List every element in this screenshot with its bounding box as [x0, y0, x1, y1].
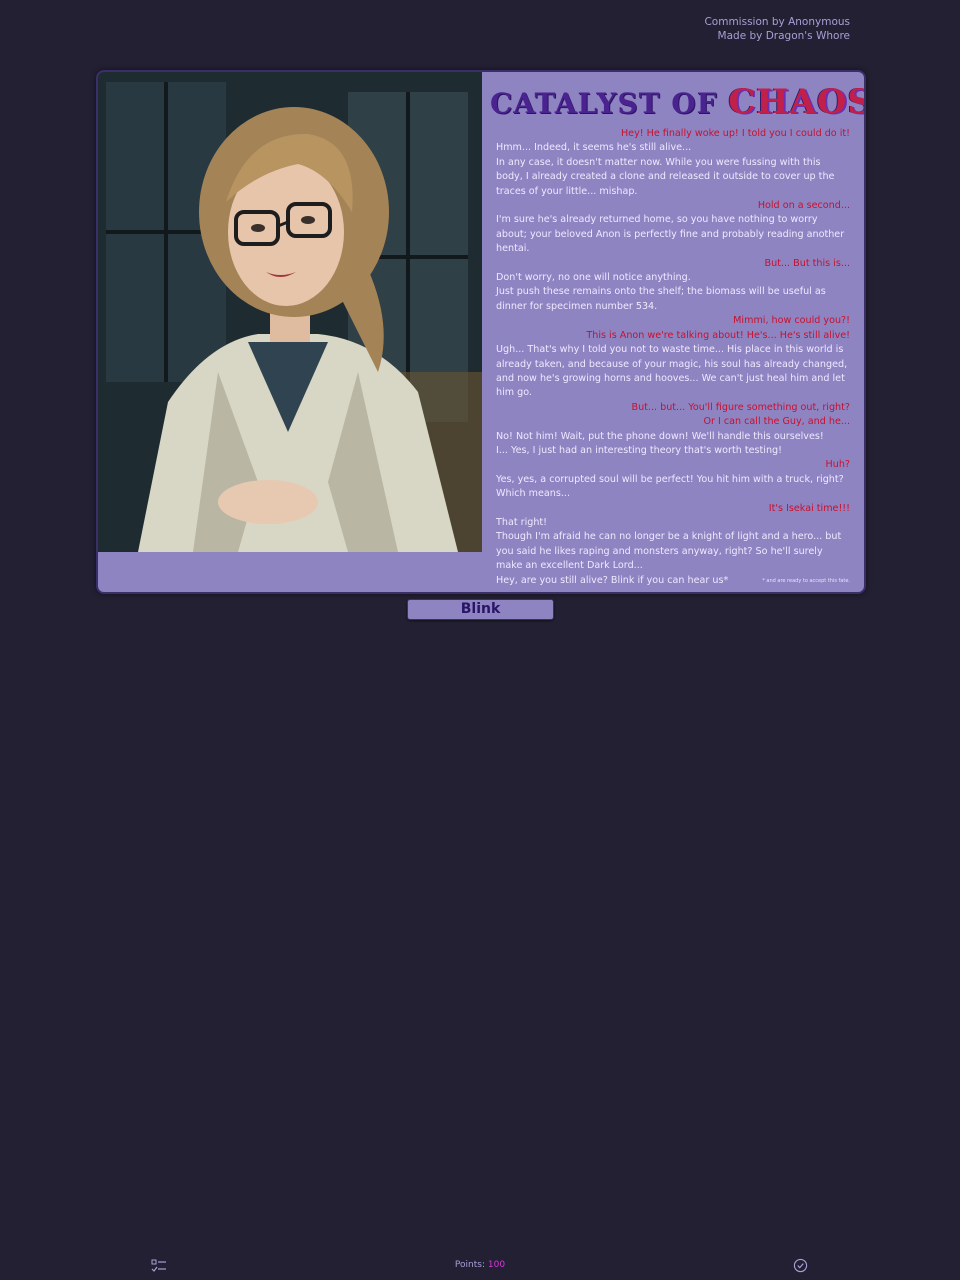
card-title: CATALYST OF CHAOS — [490, 76, 864, 124]
dialogue-line-self: In any case, it doesn't matter now. Whil… — [496, 156, 835, 197]
scientist-portrait — [98, 72, 482, 552]
dialogue-line-other: Or I can call the Guy, and he... — [703, 416, 850, 428]
dialogue-line-self: Ugh... That's why I told you not to wast… — [496, 344, 848, 399]
dialogue-line-other: This is Anon we're talking about! He's..… — [586, 329, 850, 341]
dialogue-line-self: I'm sure he's already returned home, so … — [496, 214, 845, 255]
maker-credit: Made by Dragon's Whore — [717, 30, 850, 42]
dialogue-line-other: Hold on a second... — [757, 200, 850, 212]
dialogue-line-self: No! Not him! Wait, put the phone down! W… — [496, 430, 824, 442]
dialogue-text: Hey! He finally woke up! I told you I co… — [496, 127, 850, 588]
dialogue-line-self: Though I'm afraid he can no longer be a … — [496, 531, 842, 572]
dialogue-line-self: Hmm... Indeed, it seems he's still alive… — [496, 142, 692, 154]
dialogue-line-self: Just push these remains onto the shelf; … — [496, 286, 826, 312]
portrait-illustration — [98, 72, 482, 552]
dialogue-line-self: That right! — [496, 516, 548, 528]
dialogue-line-self: I... Yes, I just had an interesting theo… — [496, 444, 782, 456]
credits: Commission by Anonymous Made by Dragon's… — [704, 15, 850, 43]
points-display: Points: 100 — [0, 1260, 960, 1270]
dialogue-line-other: But... But this is... — [764, 257, 850, 269]
dialogue-line-other: Hey! He finally woke up! I told you I co… — [620, 128, 850, 139]
bottom-bar: Points: 100 — [0, 1254, 960, 1278]
choice-card: CATALYST OF CHAOS Hey! He finally woke u… — [96, 70, 866, 594]
points-label: Points: — [454, 1260, 485, 1270]
check-circle-icon[interactable] — [793, 1258, 808, 1273]
title-part-1: CATALYST OF — [490, 87, 729, 120]
commission-credit: Commission by Anonymous — [704, 16, 850, 28]
blink-button[interactable]: Blink — [407, 599, 554, 620]
dialogue-line-self: Don't worry, no one will notice anything… — [496, 272, 691, 284]
title-text: CATALYST OF CHAOS — [490, 82, 866, 122]
dialogue-line-other: Mimmi, how could you?! — [733, 315, 850, 327]
dialogue-line-other: But... but... You'll figure something ou… — [631, 401, 851, 413]
footnote: * and are ready to accept this fate. — [762, 578, 850, 584]
points-value: 100 — [487, 1260, 506, 1270]
dialogue-line-other: Huh? — [825, 459, 850, 471]
title-part-2: CHAOS — [728, 82, 866, 122]
dialogue-line-self: Yes, yes, a corrupted soul will be perfe… — [496, 473, 844, 500]
dialogue-line-other: It's Isekai time!!! — [768, 502, 850, 514]
